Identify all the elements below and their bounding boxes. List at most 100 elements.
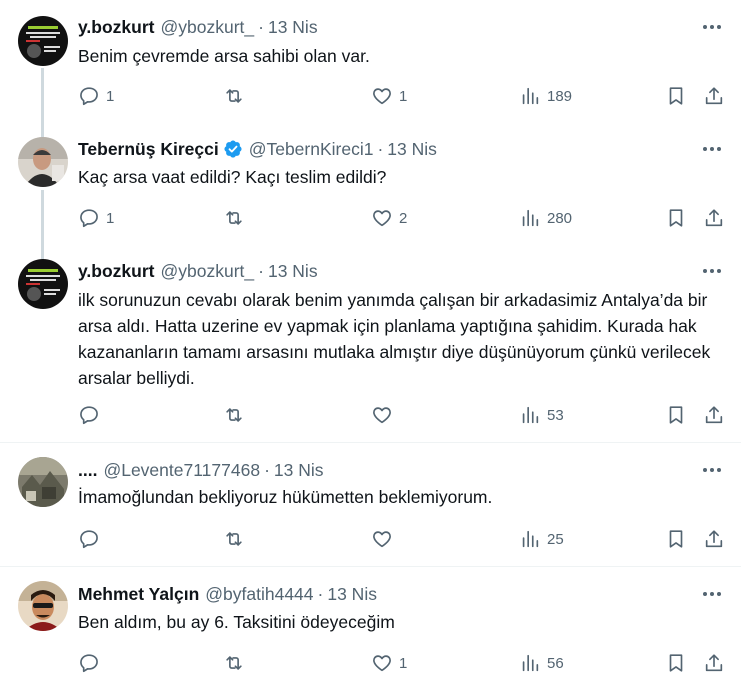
tweet[interactable]: Mehmet Yalçın @byfatih4444 · 13 Nis Ben …: [0, 567, 741, 687]
share-button[interactable]: [703, 525, 725, 553]
author-name[interactable]: ....: [78, 459, 97, 481]
author-handle[interactable]: @byfatih4444: [205, 583, 313, 605]
more-options-button[interactable]: [701, 138, 723, 160]
retweet-button[interactable]: [223, 82, 245, 110]
share-icon: [705, 654, 723, 672]
heart-icon: [373, 655, 391, 672]
retweet-button[interactable]: [223, 204, 245, 232]
views-button[interactable]: 25: [519, 525, 564, 553]
separator-dot: ·: [258, 261, 264, 281]
author-name[interactable]: y.bozkurt: [78, 260, 155, 282]
reply-button[interactable]: [78, 525, 106, 553]
timestamp[interactable]: 13 Nis: [274, 459, 324, 481]
author-name[interactable]: Mehmet Yalçın: [78, 583, 199, 605]
avatar-image: [18, 259, 68, 309]
share-icon: [705, 530, 723, 548]
like-count: 1: [399, 87, 408, 105]
tweet-actions: 1 2 280: [78, 204, 728, 232]
more-options-button[interactable]: [701, 16, 723, 38]
more-icon: [703, 269, 721, 273]
retweet-icon: [226, 532, 242, 546]
share-button[interactable]: [703, 82, 725, 110]
retweet-button[interactable]: [223, 649, 245, 677]
views-icon: [522, 530, 539, 548]
tweet-actions: 25: [78, 525, 728, 553]
timestamp[interactable]: 13 Nis: [268, 260, 318, 282]
more-options-button[interactable]: [701, 260, 723, 282]
tweet[interactable]: y.bozkurt @ybozkurt_ · 13 Nis Benim çevr…: [0, 0, 741, 126]
heart-icon: [373, 88, 391, 105]
avatar-image: [18, 137, 68, 187]
like-button[interactable]: 1: [371, 649, 407, 677]
views-button[interactable]: 280: [519, 204, 572, 232]
share-icon: [705, 406, 723, 424]
tweet-header: y.bozkurt @ybozkurt_ · 13 Nis: [78, 260, 318, 282]
avatar[interactable]: [18, 16, 68, 66]
like-button[interactable]: [371, 401, 399, 429]
avatar[interactable]: [18, 259, 68, 309]
timestamp[interactable]: 13 Nis: [327, 583, 377, 605]
bookmark-icon: [669, 209, 683, 227]
bookmark-button[interactable]: [665, 649, 687, 677]
timestamp[interactable]: 13 Nis: [387, 138, 437, 160]
more-options-button[interactable]: [701, 583, 723, 605]
bookmark-icon: [669, 87, 683, 105]
separator-dot: ·: [377, 139, 384, 159]
view-count: 280: [547, 209, 573, 227]
more-icon: [703, 468, 721, 472]
views-button[interactable]: 56: [519, 649, 564, 677]
author-handle[interactable]: @TebernKireci1: [249, 138, 374, 160]
share-icon: [705, 87, 723, 105]
tweet-text: Benim çevremde arsa sahibi olan var.: [78, 46, 370, 66]
share-button[interactable]: [703, 649, 725, 677]
share-button[interactable]: [703, 204, 725, 232]
author-handle[interactable]: @Levente71177468: [103, 459, 260, 481]
like-button[interactable]: 1: [371, 82, 407, 110]
author-handle[interactable]: @ybozkurt_: [161, 260, 255, 282]
views-icon: [522, 654, 539, 672]
tweet-header: Tebernüş Kireçci @TebernKireci1 · 13 Nis: [78, 138, 437, 160]
avatar[interactable]: [18, 137, 68, 187]
like-button[interactable]: 2: [371, 204, 407, 232]
retweet-button[interactable]: [223, 401, 245, 429]
view-count: 25: [547, 530, 564, 548]
tweet-text: İmamoğlundan bekliyoruz hükümetten bekle…: [78, 487, 493, 507]
retweet-icon: [226, 211, 242, 225]
like-button[interactable]: [371, 525, 399, 553]
bookmark-button[interactable]: [665, 82, 687, 110]
separator-dot: ·: [264, 460, 270, 480]
reply-button[interactable]: 1: [78, 82, 114, 110]
tweet[interactable]: y.bozkurt @ybozkurt_ · 13 Nis ilk sorunu…: [0, 244, 741, 442]
avatar[interactable]: [18, 581, 68, 631]
separator-dot: ·: [317, 584, 324, 604]
bookmark-button[interactable]: [665, 401, 687, 429]
views-button[interactable]: 53: [519, 401, 564, 429]
reply-icon: [80, 406, 98, 425]
tweet[interactable]: .... @Levente71177468 · 13 Nis İmamoğlun…: [0, 443, 741, 566]
author-name[interactable]: Tebernüş Kireçci: [78, 138, 219, 160]
retweet-button[interactable]: [223, 525, 245, 553]
author-handle[interactable]: @ybozkurt_: [161, 16, 255, 38]
share-icon: [705, 209, 723, 227]
avatar[interactable]: [18, 457, 68, 507]
views-icon: [522, 209, 539, 227]
views-icon: [522, 406, 539, 424]
tweet[interactable]: Tebernüş Kireçci @TebernKireci1 · 13 Nis…: [0, 122, 741, 244]
bookmark-button[interactable]: [665, 525, 687, 553]
bookmark-icon: [669, 406, 683, 424]
tweet-text: Kaç arsa vaat edildi? Kaçı teslim edildi…: [78, 167, 387, 187]
tweet-actions: 1 56: [78, 649, 728, 677]
verified-badge-icon[interactable]: [223, 139, 243, 159]
more-options-button[interactable]: [701, 459, 723, 481]
bookmark-icon: [669, 530, 683, 548]
reply-button[interactable]: [78, 649, 106, 677]
bookmark-button[interactable]: [665, 204, 687, 232]
more-icon: [703, 592, 721, 596]
author-name[interactable]: y.bozkurt: [78, 16, 155, 38]
share-button[interactable]: [703, 401, 725, 429]
reply-button[interactable]: 1: [78, 204, 114, 232]
view-count: 53: [547, 406, 564, 424]
views-button[interactable]: 189: [519, 82, 572, 110]
timestamp[interactable]: 13 Nis: [268, 16, 318, 38]
reply-button[interactable]: [78, 401, 106, 429]
